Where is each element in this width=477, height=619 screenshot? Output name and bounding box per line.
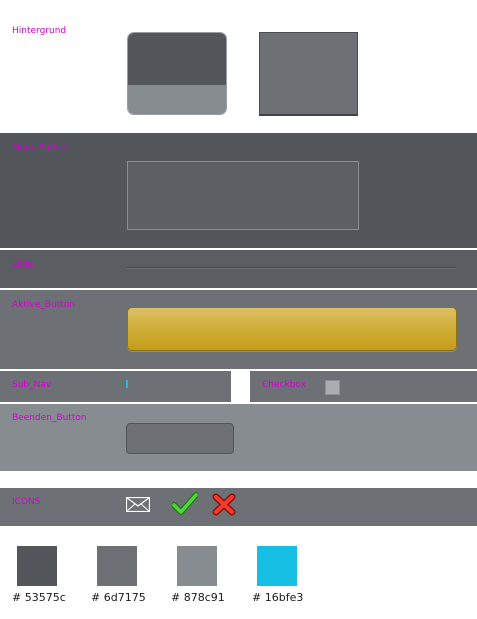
icons-label: ICONS — [12, 497, 41, 507]
beenden-button-label: Beenden_Button — [12, 413, 87, 423]
background-preview-square — [259, 32, 358, 116]
beenden-button[interactable] — [126, 423, 234, 454]
background-preview-rounded — [127, 32, 227, 115]
mail-icon[interactable] — [125, 496, 151, 516]
divider-line-highlight — [127, 268, 456, 269]
swatch-light-label: # 878c91 — [171, 591, 225, 604]
main-button-label: Main_Button — [12, 143, 69, 153]
icons-band — [0, 488, 477, 526]
swatch-mid-label: # 6d7175 — [91, 591, 146, 604]
swatch-dark — [17, 546, 57, 586]
main-button[interactable] — [127, 161, 359, 230]
swatch-dark-label: # 53575c — [12, 591, 66, 604]
swatch-mid — [97, 546, 137, 586]
checkbox-label: Checkbox — [262, 380, 306, 390]
sub-nav-label: Sub_Nav — [12, 380, 52, 390]
swatch-light — [177, 546, 217, 586]
linie-label: Linie — [12, 260, 34, 270]
checkbox[interactable] — [325, 380, 340, 395]
check-icon[interactable] — [171, 492, 199, 520]
subnav-gap — [231, 371, 250, 402]
active-button-label: Aktive_Button — [12, 300, 75, 310]
hintergrund-label: Hintergrund — [12, 26, 67, 36]
swatch-accent — [257, 546, 297, 586]
swatch-accent-label: # 16bfe3 — [252, 591, 304, 604]
line-band — [0, 250, 477, 288]
active-button[interactable] — [127, 307, 457, 351]
sub-nav-indicator — [126, 380, 128, 388]
close-icon[interactable] — [212, 493, 236, 520]
